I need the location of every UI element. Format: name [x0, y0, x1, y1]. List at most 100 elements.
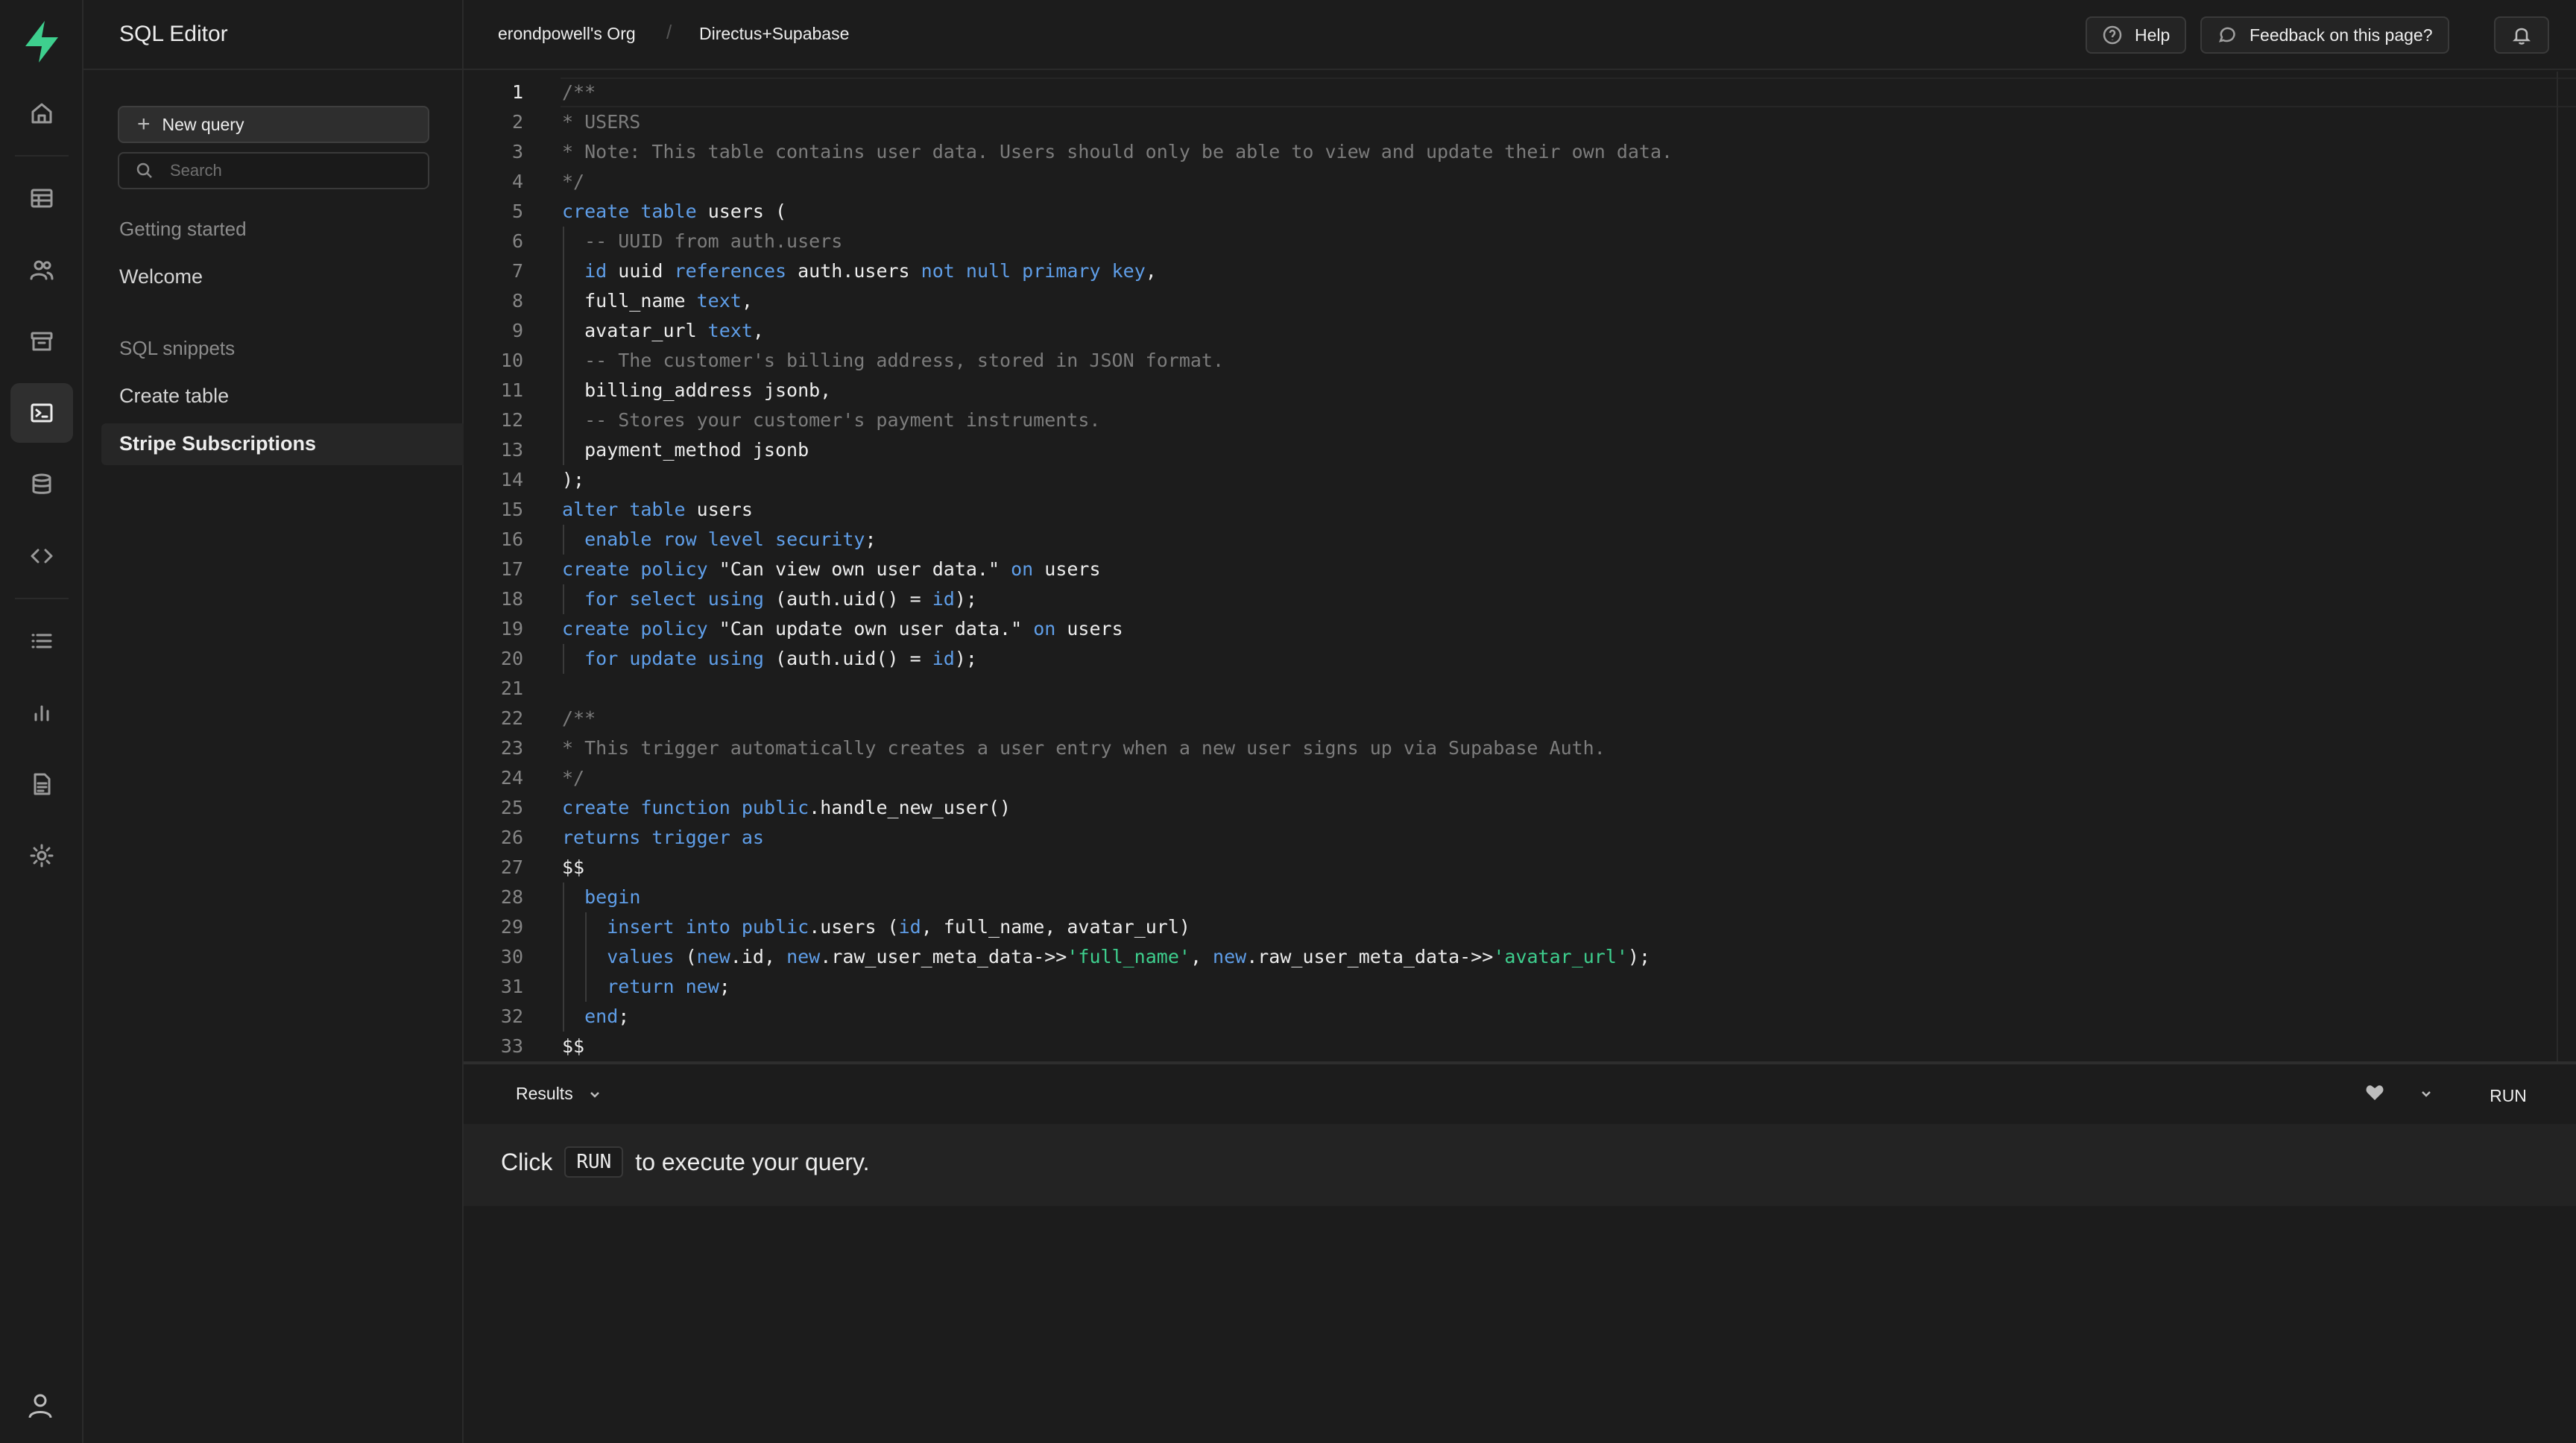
- breadcrumb-org[interactable]: erondpowell's Org: [498, 24, 636, 44]
- search-input[interactable]: [170, 161, 416, 180]
- line-number: 10: [500, 350, 523, 371]
- docs-icon[interactable]: [10, 754, 73, 814]
- line-number: 32: [500, 1005, 523, 1027]
- code-line[interactable]: 12 -- Stores your customer's payment ins…: [464, 405, 2551, 435]
- code-line[interactable]: 24 */: [464, 763, 2551, 793]
- rail-divider: [15, 598, 69, 599]
- help-label: Help: [2135, 25, 2171, 45]
- code-line[interactable]: 19 create policy "Can update own user dat…: [464, 614, 2551, 644]
- code-text: values (new.id, new.raw_user_meta_data->…: [607, 946, 1651, 967]
- heart-icon[interactable]: [2364, 1082, 2385, 1103]
- code-line[interactable]: 29 insert into public.users (id, full_na…: [464, 912, 2551, 942]
- chevron-down-icon[interactable]: [587, 1087, 602, 1102]
- line-number: 30: [500, 946, 523, 967]
- home-icon[interactable]: [10, 83, 73, 143]
- code-line[interactable]: 2 * USERS: [464, 107, 2551, 137]
- code-line[interactable]: 22 /**: [464, 704, 2551, 733]
- sidebar-title: SQL Editor: [119, 22, 228, 46]
- users-icon[interactable]: [10, 240, 73, 300]
- code-text: insert into public.users (id, full_name,…: [607, 916, 1190, 938]
- sql-code-editor[interactable]: 1 /** 2 * USERS 3 * Note: This table contains…: [464, 72, 2576, 1061]
- line-number: 2: [511, 111, 523, 133]
- code-line[interactable]: 27 $$: [464, 853, 2551, 882]
- sql-editor-icon[interactable]: [10, 383, 73, 443]
- run-button[interactable]: RUN: [2476, 1079, 2540, 1112]
- storage-icon[interactable]: [10, 312, 73, 371]
- reports-icon[interactable]: [10, 683, 73, 742]
- line-number: 13: [500, 439, 523, 461]
- code-line[interactable]: 20 for update using (auth.uid() = id);: [464, 644, 2551, 674]
- breadcrumb-separator: /: [666, 21, 672, 43]
- new-query-button[interactable]: + New query: [118, 106, 429, 143]
- code-line[interactable]: 10 -- The customer's billing address, st…: [464, 346, 2551, 376]
- code-line[interactable]: 21: [464, 674, 2551, 704]
- feedback-button[interactable]: Feedback on this page?: [2200, 16, 2449, 54]
- message-icon: [2218, 27, 2235, 42]
- api-icon[interactable]: [10, 526, 73, 586]
- chevron-down-icon[interactable]: [2418, 1085, 2434, 1102]
- line-number: 5: [511, 200, 523, 222]
- line-number: 33: [500, 1035, 523, 1057]
- code-line[interactable]: 1 /**: [464, 78, 2551, 107]
- code-text: create function public.handle_new_user(): [562, 797, 1011, 818]
- code-line[interactable]: 5 create table users (: [464, 197, 2551, 227]
- section-sql-snippets: SQL snippets: [119, 337, 236, 359]
- code-text: enable row level security;: [584, 528, 877, 550]
- line-number: 31: [500, 976, 523, 997]
- logs-icon[interactable]: [10, 611, 73, 671]
- line-number: 21: [500, 678, 523, 699]
- code-line[interactable]: 30 values (new.id, new.raw_user_meta_dat…: [464, 942, 2551, 972]
- plus-icon: +: [137, 112, 151, 136]
- line-number: 29: [500, 916, 523, 938]
- line-number: 17: [500, 558, 523, 580]
- code-text: );: [562, 469, 585, 490]
- line-number: 11: [500, 379, 523, 401]
- code-line[interactable]: 4 */: [464, 167, 2551, 197]
- account-icon[interactable]: [25, 1391, 55, 1421]
- breadcrumb-project[interactable]: Directus+Supabase: [699, 24, 849, 44]
- code-line[interactable]: 23 * This trigger automatically creates a…: [464, 733, 2551, 763]
- code-line[interactable]: 28 begin: [464, 882, 2551, 912]
- code-text: -- UUID from auth.users: [562, 230, 843, 252]
- code-line[interactable]: 15 alter table users: [464, 495, 2551, 525]
- line-number: 6: [511, 230, 523, 252]
- code-line[interactable]: 32 end;: [464, 1002, 2551, 1032]
- code-line[interactable]: 9 avatar_url text,: [464, 316, 2551, 346]
- code-line[interactable]: 11 billing_address jsonb,: [464, 376, 2551, 405]
- results-tab[interactable]: Results: [516, 1084, 573, 1104]
- database-icon[interactable]: [10, 455, 73, 514]
- code-text: begin: [584, 886, 641, 908]
- code-line[interactable]: 7 id uuid references auth.users not null…: [464, 256, 2551, 286]
- code-text: create policy "Can view own user data." …: [562, 558, 1101, 580]
- supabase-logo-icon[interactable]: [21, 19, 63, 64]
- code-line[interactable]: 14);: [464, 465, 2551, 495]
- code-line[interactable]: 13 payment_method jsonb: [464, 435, 2551, 465]
- line-number: 1: [511, 81, 523, 103]
- line-number: 8: [511, 290, 523, 312]
- sidebar-item-create-table[interactable]: Create table: [119, 385, 229, 408]
- code-line[interactable]: 8 full_name text,: [464, 286, 2551, 316]
- code-text: * USERS: [562, 111, 641, 133]
- code-line[interactable]: 16 enable row level security;: [464, 525, 2551, 555]
- code-text: for update using (auth.uid() = id);: [584, 648, 977, 669]
- settings-icon[interactable]: [10, 826, 73, 885]
- code-line[interactable]: 17 create policy "Can view own user data.…: [464, 555, 2551, 584]
- line-number: 23: [500, 737, 523, 759]
- table-editor-icon[interactable]: [10, 168, 73, 228]
- code-line[interactable]: 18 for select using (auth.uid() = id);: [464, 584, 2551, 614]
- line-number: 3: [511, 141, 523, 162]
- notifications-button[interactable]: [2494, 16, 2549, 54]
- code-line[interactable]: 33 $$: [464, 1032, 2551, 1061]
- help-button[interactable]: Help: [2086, 16, 2187, 54]
- editor-scrollbar[interactable]: [2557, 72, 2558, 1061]
- code-line[interactable]: 6 -- UUID from auth.users: [464, 227, 2551, 256]
- code-text: create policy "Can update own user data.…: [562, 618, 1123, 640]
- search-box[interactable]: [118, 152, 429, 189]
- code-line[interactable]: 26 returns trigger as: [464, 823, 2551, 853]
- line-number: 4: [511, 171, 523, 192]
- sidebar-item-welcome[interactable]: Welcome: [119, 265, 203, 288]
- code-line[interactable]: 25 create function public.handle_new_user…: [464, 793, 2551, 823]
- code-text: avatar_url text,: [562, 320, 764, 341]
- code-line[interactable]: 31 return new;: [464, 972, 2551, 1002]
- code-line[interactable]: 3 * Note: This table contains user data. …: [464, 137, 2551, 167]
